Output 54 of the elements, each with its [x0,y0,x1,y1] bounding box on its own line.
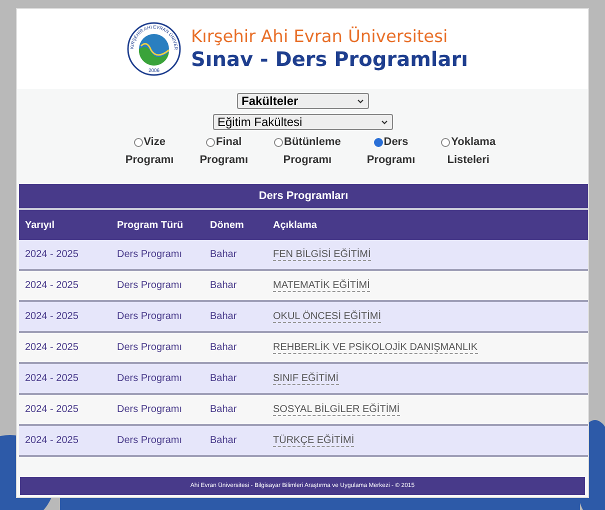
table-cell: Ders Programı [111,425,204,456]
caret-icon [356,98,364,104]
radio-button[interactable] [274,138,283,146]
radio-button[interactable] [374,138,383,146]
column-header: Program Türü [111,209,204,240]
program-link[interactable]: TÜRKÇE EĞİTİMİ [273,435,354,447]
column-header: Açıklama [267,209,588,240]
table-cell: Ders Programı [111,394,204,425]
radio-label: Programı [366,154,416,166]
radio-label: Programı [200,154,248,166]
table-cell: 2024 - 2025 [19,332,111,363]
radio-label: Listeleri [447,154,490,166]
dropdown[interactable]: Eğitim Fakültesi [212,114,392,130]
table-caption: Ders Programları [19,184,588,209]
table-cell: 2024 - 2025 [19,394,111,425]
radio-label: Ders [384,136,408,148]
radio-label: Bütünleme [284,136,341,148]
table-cell: Bahar [204,240,267,270]
table-cell: Ders Programı [111,332,204,363]
program-link[interactable]: SINIF EĞİTİMİ [273,373,339,385]
university-name: Kırşehir Ahi Evran Üniversitesi [190,27,449,47]
table-cell: Ders Programı [111,363,204,394]
radio-label: Final [216,136,242,148]
column-header: Yarıyıl [19,209,111,240]
program-link[interactable]: MATEMATİK EĞİTİMİ [273,280,370,292]
table-cell: 2024 - 2025 [19,301,111,332]
radio-button[interactable] [134,138,143,146]
radio-button[interactable] [441,138,450,146]
page-title: Sınav - Ders Programları [190,47,468,71]
program-link[interactable]: SOSYAL BİLGİLER EĞİTİMİ [273,404,400,416]
radio-button[interactable] [206,138,216,146]
program-link[interactable]: OKUL ÖNCESİ EĞİTİMİ [273,311,381,323]
table-cell: Ders Programı [111,240,204,270]
table-cell: Bahar [204,394,267,425]
table-cell: Bahar [204,425,267,456]
table-cell: Bahar [204,332,267,363]
caret-icon [380,120,388,124]
radio-label: Yoklama [451,136,496,148]
table-cell: 2024 - 2025 [19,240,111,270]
program-link[interactable]: FEN BİLGİSİ EĞİTİMİ [273,249,371,261]
radio-label: Programı [125,154,174,166]
table-cell: 2024 - 2025 [19,363,111,394]
table-cell: Bahar [204,363,267,394]
table-cell: Bahar [204,270,267,301]
dropdown[interactable]: Fakülteler [236,93,368,109]
radio-label: Vize [144,136,166,148]
column-header: Dönem [204,209,267,240]
table-cell: 2024 - 2025 [19,425,111,456]
table-cell: Bahar [204,301,267,332]
radio-label: Programı [283,154,332,166]
table-cell: Ders Programı [111,270,204,301]
table-cell: 2024 - 2025 [19,270,111,301]
table-cell: Ders Programı [111,301,204,332]
program-link[interactable]: REHBERLİK VE PSİKOLOJİK DANIŞMANLIK [273,342,478,354]
